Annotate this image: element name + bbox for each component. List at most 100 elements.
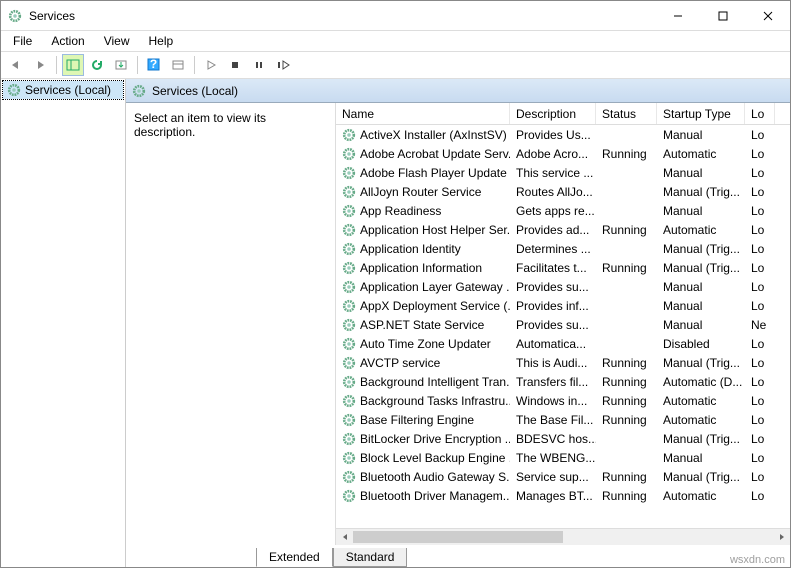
service-row[interactable]: Auto Time Zone UpdaterAutomatica...Disab… [336,334,790,353]
cell-name: Bluetooth Driver Managem... [336,489,510,503]
cell-startup: Manual (Trig... [657,432,745,446]
service-row[interactable]: Base Filtering EngineThe Base Fil...Runn… [336,410,790,429]
menu-view[interactable]: View [96,32,138,50]
gear-icon [342,337,356,351]
watermark: wsxdn.com [730,554,785,566]
service-row[interactable]: AllJoyn Router ServiceRoutes AllJo...Man… [336,182,790,201]
cell-startup: Manual (Trig... [657,242,745,256]
tab-extended[interactable]: Extended [256,548,333,567]
service-name: App Readiness [360,204,441,218]
service-name: AllJoyn Router Service [360,185,481,199]
show-hide-tree-button[interactable] [62,54,84,76]
cell-name: AllJoyn Router Service [336,185,510,199]
cell-status: Running [596,413,657,427]
service-row[interactable]: ASP.NET State ServiceProvides su...Manua… [336,315,790,334]
service-name: Block Level Backup Engine ... [360,451,510,465]
service-name: ASP.NET State Service [360,318,484,332]
forward-button[interactable] [29,54,51,76]
stop-service-button[interactable] [224,54,246,76]
cell-startup: Automatic [657,489,745,503]
col-status[interactable]: Status [596,103,657,124]
cell-startup: Manual (Trig... [657,261,745,275]
gear-icon [342,242,356,256]
tree-item-services-local[interactable]: Services (Local) [3,81,123,99]
service-row[interactable]: Bluetooth Audio Gateway S...Service sup.… [336,467,790,486]
cell-startup: Automatic [657,394,745,408]
service-row[interactable]: AppX Deployment Service (...Provides inf… [336,296,790,315]
cell-logon: Lo [745,432,775,446]
service-row[interactable]: Adobe Acrobat Update Serv...Adobe Acro..… [336,144,790,163]
service-row[interactable]: Adobe Flash Player Update ...This servic… [336,163,790,182]
scroll-left-button[interactable] [336,529,353,545]
services-list[interactable]: Name Description Status Startup Type Lo … [336,103,790,545]
cell-logon: Lo [745,375,775,389]
scroll-thumb[interactable] [353,531,563,543]
cell-logon: Lo [745,204,775,218]
cell-logon: Lo [745,166,775,180]
scroll-track[interactable] [353,529,773,545]
pause-service-button[interactable] [248,54,270,76]
scroll-right-button[interactable] [773,529,790,545]
service-row[interactable]: Background Intelligent Tran...Transfers … [336,372,790,391]
cell-name: Auto Time Zone Updater [336,337,510,351]
cell-logon: Ne [745,318,775,332]
service-row[interactable]: App ReadinessGets apps re...ManualLo [336,201,790,220]
service-row[interactable]: AVCTP serviceThis is Audi...RunningManua… [336,353,790,372]
cell-name: AVCTP service [336,356,510,370]
gear-icon [342,451,356,465]
back-button[interactable] [5,54,27,76]
service-row[interactable]: Application InformationFacilitates t...R… [336,258,790,277]
service-name: Bluetooth Driver Managem... [360,489,510,503]
toolbar-separator [194,56,195,74]
service-row[interactable]: Background Tasks Infrastru...Windows in.… [336,391,790,410]
service-row[interactable]: Application IdentityDetermines ...Manual… [336,239,790,258]
cell-logon: Lo [745,185,775,199]
restart-service-button[interactable] [272,54,294,76]
refresh-button[interactable] [86,54,108,76]
service-name: Bluetooth Audio Gateway S... [360,470,510,484]
menu-action[interactable]: Action [43,32,92,50]
service-row[interactable]: Bluetooth Driver Managem...Manages BT...… [336,486,790,505]
gear-icon [342,128,356,142]
col-startup[interactable]: Startup Type [657,103,745,124]
cell-startup: Manual (Trig... [657,356,745,370]
col-desc[interactable]: Description [510,103,596,124]
help-button[interactable]: ? [143,54,165,76]
export-list-button[interactable] [110,54,132,76]
app-icon [7,8,23,24]
col-name[interactable]: Name [336,103,510,124]
cell-status: Running [596,147,657,161]
cell-name: Background Tasks Infrastru... [336,394,510,408]
close-button[interactable] [745,1,790,30]
cell-description: Service sup... [510,470,596,484]
cell-description: Provides su... [510,280,596,294]
cell-description: Windows in... [510,394,596,408]
service-row[interactable]: ActiveX Installer (AxInstSV)Provides Us.… [336,125,790,144]
menu-help[interactable]: Help [141,32,182,50]
properties-button[interactable] [167,54,189,76]
cell-startup: Manual [657,318,745,332]
cell-logon: Lo [745,394,775,408]
start-service-button[interactable] [200,54,222,76]
maximize-button[interactable] [700,1,745,30]
minimize-button[interactable] [655,1,700,30]
service-row[interactable]: BitLocker Drive Encryption ...BDESVC hos… [336,429,790,448]
gear-icon [342,356,356,370]
cell-name: BitLocker Drive Encryption ... [336,432,510,446]
horizontal-scrollbar[interactable] [336,528,790,545]
gear-icon [342,432,356,446]
col-logon[interactable]: Lo [745,103,775,124]
cell-description: Automatica... [510,337,596,351]
gear-icon [7,83,21,97]
cell-description: Adobe Acro... [510,147,596,161]
tree-item-label: Services (Local) [25,83,111,97]
menu-file[interactable]: File [5,32,40,50]
service-row[interactable]: Block Level Backup Engine ...The WBENG..… [336,448,790,467]
service-row[interactable]: Application Host Helper Ser...Provides a… [336,220,790,239]
tab-standard[interactable]: Standard [333,548,408,567]
split-body: Select an item to view its description. … [126,103,790,545]
titlebar[interactable]: Services [1,1,790,31]
service-row[interactable]: Application Layer Gateway ...Provides su… [336,277,790,296]
service-name: AVCTP service [360,356,440,370]
tree-pane[interactable]: Services (Local) [1,79,126,567]
